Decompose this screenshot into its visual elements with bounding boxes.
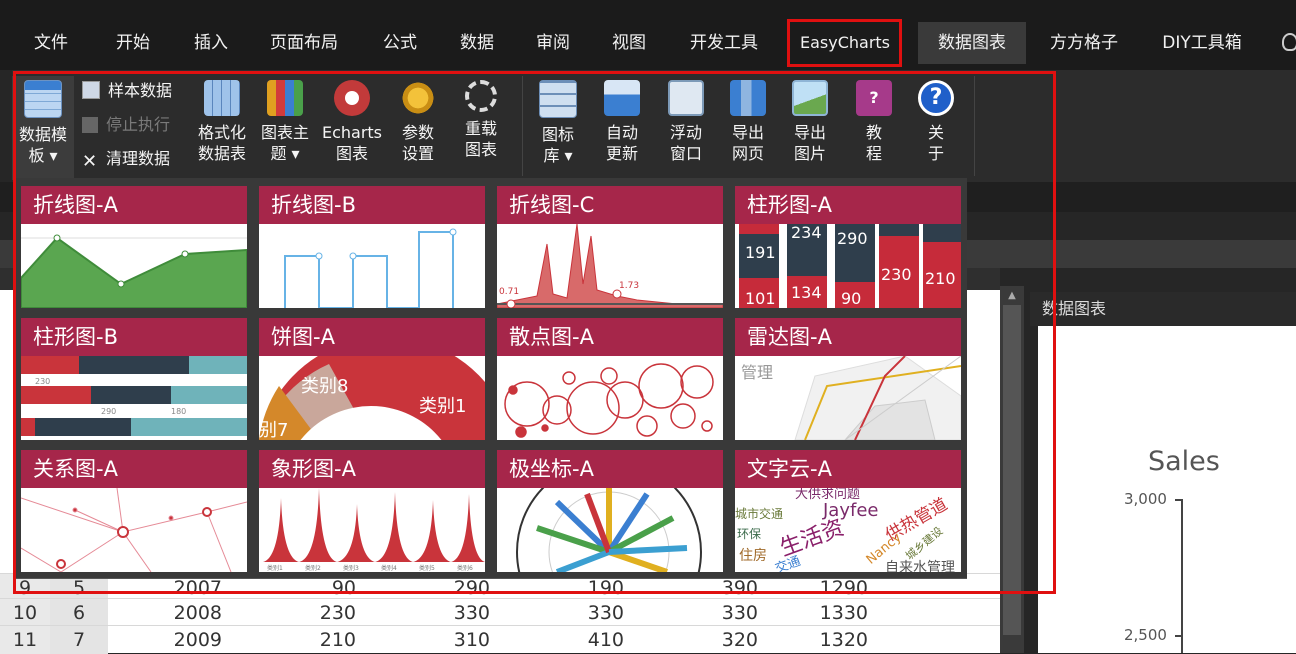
y-axis-tick [1175,499,1182,501]
cell[interactable]: 410 [490,626,624,654]
ribbon-highlight-frame [13,71,1056,594]
cell[interactable]: 1330 [758,599,868,627]
chart-panel-header: 数据图表 [1030,292,1296,326]
menu-insert[interactable]: 插入 [180,22,242,64]
menu-formulas[interactable]: 公式 [370,22,430,64]
cell[interactable]: 330 [490,599,624,627]
menu-home[interactable]: 开始 [102,22,164,64]
menu-view[interactable]: 视图 [598,22,660,64]
y-tick-label: 3,000 [1124,490,1167,508]
menu-data-charts[interactable]: 数据图表 [918,22,1026,64]
cell[interactable]: 230 [222,599,356,627]
menu-developer[interactable]: 开发工具 [674,22,774,64]
menu-file[interactable]: 文件 [20,22,82,64]
cell[interactable]: 330 [624,599,758,627]
menu-review[interactable]: 审阅 [522,22,584,64]
menu-page-layout[interactable]: 页面布局 [258,22,350,64]
table-row[interactable]: 11 7 2009 210 310 410 320 1320 [0,625,1000,654]
menu-data[interactable]: 数据 [446,22,508,64]
cell[interactable]: 310 [356,626,490,654]
cell[interactable]: 7 [50,626,108,654]
cell[interactable]: 210 [222,626,356,654]
cell[interactable]: 320 [624,626,758,654]
cell[interactable]: 6 [50,599,108,627]
lightbulb-icon[interactable] [1282,33,1296,51]
cell[interactable]: 2009 [108,626,222,654]
cell[interactable]: 1320 [758,626,868,654]
cell[interactable]: 2008 [108,599,222,627]
easycharts-highlight-box [787,19,902,67]
menubar: 文件 开始 插入 页面布局 公式 数据 审阅 视图 开发工具 EasyChart… [0,0,1296,70]
y-axis-tick [1175,635,1182,637]
chart-title: Sales [1148,446,1220,477]
row-number[interactable]: 11 [0,626,50,654]
menu-fangfang[interactable]: 方方格子 [1036,22,1132,64]
table-row[interactable]: 10 6 2008 230 330 330 330 1330 [0,598,1000,627]
y-axis-line [1181,499,1183,653]
row-number[interactable]: 10 [0,599,50,627]
y-tick-label: 2,500 [1124,626,1167,644]
menu-diy-toolbox[interactable]: DIY工具箱 [1150,22,1254,64]
cell[interactable]: 330 [356,599,490,627]
chart-preview-area [1038,326,1296,653]
